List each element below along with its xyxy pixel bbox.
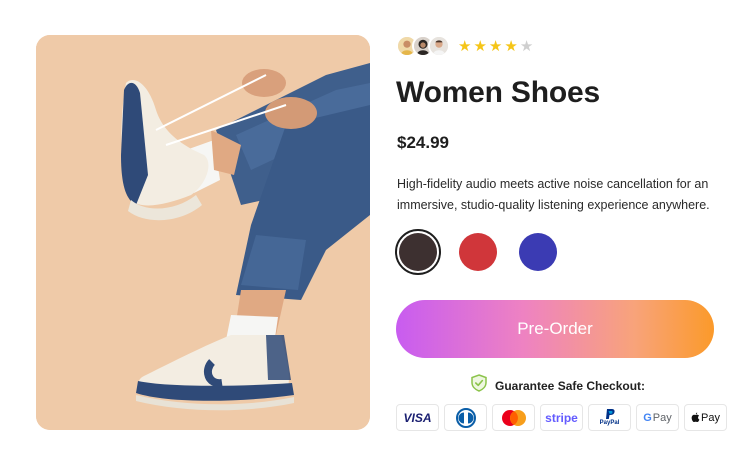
product-title: Women Shoes [396,76,600,109]
guarantee-safe-checkout: Guarantee Safe Checkout: [471,374,645,397]
swatch-color [399,233,437,271]
mastercard-card [492,404,535,431]
shield-check-icon [471,374,487,397]
reviewer-avatar-3 [428,35,450,57]
color-swatch-red[interactable] [455,229,501,275]
visa-logo: VISA [403,410,432,425]
rating-stars: ★ ★ ★ ★ ★ [458,36,534,55]
swatch-color [519,233,557,271]
stripe-card: stripe [540,404,583,431]
paypal-label: PayPal [599,420,620,426]
star-icon: ★ [488,36,503,55]
google-g-icon: G [643,411,652,424]
color-swatch-blue[interactable] [515,229,561,275]
product-price: $24.99 [397,133,449,152]
stripe-logo: stripe [545,410,578,425]
swatch-color [459,233,497,271]
color-swatch-dark-brown[interactable] [395,229,441,275]
google-pay-label: Pay [652,411,672,424]
star-icon: ★ [504,36,518,55]
payment-methods: VISA stripe PayPal G Pay Pay [396,404,727,431]
product-card: ★ ★ ★ ★ ★ Women Shoes $24.99 High-fideli… [0,0,748,464]
apple-pay-label: Pay [701,411,720,424]
diners-card [444,404,487,431]
product-image [36,35,370,430]
guarantee-text: Guarantee Safe Checkout: [495,378,646,393]
diners-club-icon [455,407,476,428]
color-swatches [395,229,561,275]
paypal-card: PayPal [588,404,631,431]
star-icon: ★ [473,36,487,55]
apple-icon [691,412,700,423]
apple-pay-card: Pay [684,404,727,431]
star-icon: ★ [458,36,472,55]
mastercard-icon [501,409,526,426]
visa-card: VISA [396,404,439,431]
rating-row: ★ ★ ★ ★ ★ [396,33,533,59]
pre-order-button[interactable]: Pre-Order [396,300,714,358]
product-photo-illustration [36,35,370,430]
paypal-icon [605,409,615,419]
reviewer-avatars [396,35,450,57]
star-empty-icon: ★ [519,36,534,55]
product-description: High-fidelity audio meets active noise c… [397,177,710,212]
google-pay-card: G Pay [636,404,679,431]
